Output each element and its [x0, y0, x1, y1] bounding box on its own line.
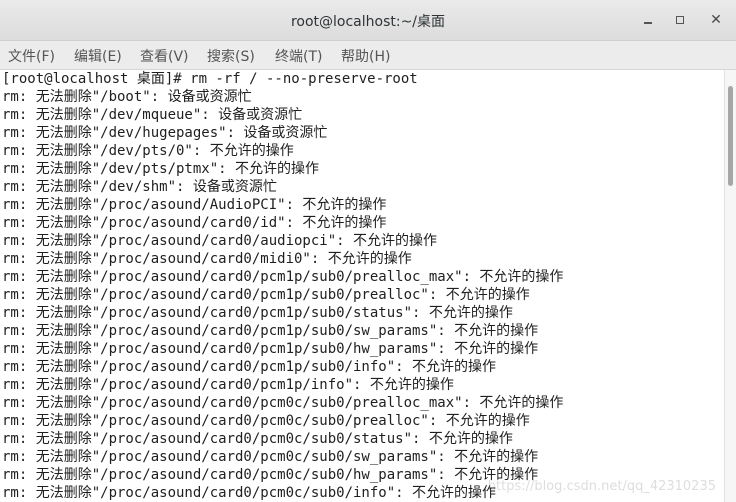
terminal-window: root@localhost:~/桌面 ✕ 文件(F) 编辑(E) 查看(V) …	[0, 0, 736, 502]
minimize-icon	[644, 22, 652, 24]
terminal-line: rm: 无法删除"/dev/mqueue": 设备或资源忙	[2, 107, 303, 123]
window-title: root@localhost:~/桌面	[290, 14, 446, 30]
terminal-line: rm: 无法删除"/proc/asound/card0/pcm1p/sub0/h…	[2, 341, 539, 357]
terminal-line: rm: 无法删除"/proc/asound/card0/pcm0c/sub0/h…	[2, 467, 539, 483]
minimize-button[interactable]	[640, 11, 658, 29]
terminal-line: rm: 无法删除"/boot": 设备或资源忙	[2, 89, 252, 105]
terminal-line: rm: 无法删除"/proc/asound/card0/pcm0c/sub0/s…	[2, 449, 539, 465]
terminal-line: rm: 无法删除"/proc/asound/card0/id": 不允许的操作	[2, 215, 387, 231]
terminal-line: rm: 无法删除"/proc/asound/card0/pcm1p/sub0/p…	[2, 287, 530, 303]
terminal-output[interactable]: [root@localhost 桌面]# rm -rf / --no-prese…	[0, 70, 724, 502]
menu-help[interactable]: 帮助(H)	[341, 46, 390, 66]
menu-search[interactable]: 搜索(S)	[207, 46, 255, 66]
menu-edit[interactable]: 编辑(E)	[74, 46, 122, 66]
terminal-line: rm: 无法删除"/proc/asound/card0/pcm1p/sub0/s…	[2, 305, 513, 321]
menu-terminal[interactable]: 终端(T)	[275, 46, 322, 66]
watermark: https://blog.csdn.net/qq_42310235	[487, 479, 716, 494]
terminal-line: rm: 无法删除"/proc/asound/card0/pcm1p/sub0/p…	[2, 269, 564, 285]
terminal-line: rm: 无法删除"/proc/asound/card0/pcm1p/info":…	[2, 377, 454, 393]
menu-view[interactable]: 查看(V)	[140, 46, 189, 66]
vertical-scrollbar[interactable]	[724, 70, 736, 502]
terminal-line: rm: 无法删除"/proc/asound/card0/pcm0c/sub0/i…	[2, 485, 497, 501]
terminal-line: rm: 无法删除"/proc/asound/card0/midi0": 不允许的…	[2, 251, 412, 267]
terminal-line: rm: 无法删除"/proc/asound/card0/pcm0c/sub0/s…	[2, 431, 513, 447]
terminal-line: rm: 无法删除"/proc/asound/card0/pcm1p/sub0/i…	[2, 359, 497, 375]
close-icon: ✕	[710, 12, 722, 28]
scrollbar-thumb[interactable]	[728, 86, 733, 186]
terminal-line: rm: 无法删除"/dev/hugepages": 设备或资源忙	[2, 125, 328, 141]
maximize-icon	[676, 16, 684, 24]
terminal-line: rm: 无法删除"/proc/asound/card0/pcm0c/sub0/p…	[2, 395, 564, 411]
terminal-line: rm: 无法删除"/dev/pts/0": 不允许的操作	[2, 143, 294, 159]
title-bar[interactable]: root@localhost:~/桌面 ✕	[0, 0, 736, 41]
terminal-line: rm: 无法删除"/dev/shm": 设备或资源忙	[2, 179, 277, 195]
terminal-line: rm: 无法删除"/proc/asound/card0/pcm1p/sub0/s…	[2, 323, 539, 339]
terminal-line: rm: 无法删除"/proc/asound/card0/audiopci": 不…	[2, 233, 438, 249]
terminal-line: rm: 无法删除"/dev/pts/ptmx": 不允许的操作	[2, 161, 320, 177]
maximize-button[interactable]	[671, 11, 689, 29]
close-button[interactable]: ✕	[707, 11, 725, 29]
terminal-line: rm: 无法删除"/proc/asound/AudioPCI": 不允许的操作	[2, 197, 387, 213]
terminal-line: rm: 无法删除"/proc/asound/card0/pcm0c/sub0/p…	[2, 413, 530, 429]
menu-file[interactable]: 文件(F)	[8, 46, 55, 66]
prompt-line: [root@localhost 桌面]# rm -rf / --no-prese…	[2, 71, 418, 87]
menu-bar: 文件(F) 编辑(E) 查看(V) 搜索(S) 终端(T) 帮助(H)	[0, 41, 736, 70]
